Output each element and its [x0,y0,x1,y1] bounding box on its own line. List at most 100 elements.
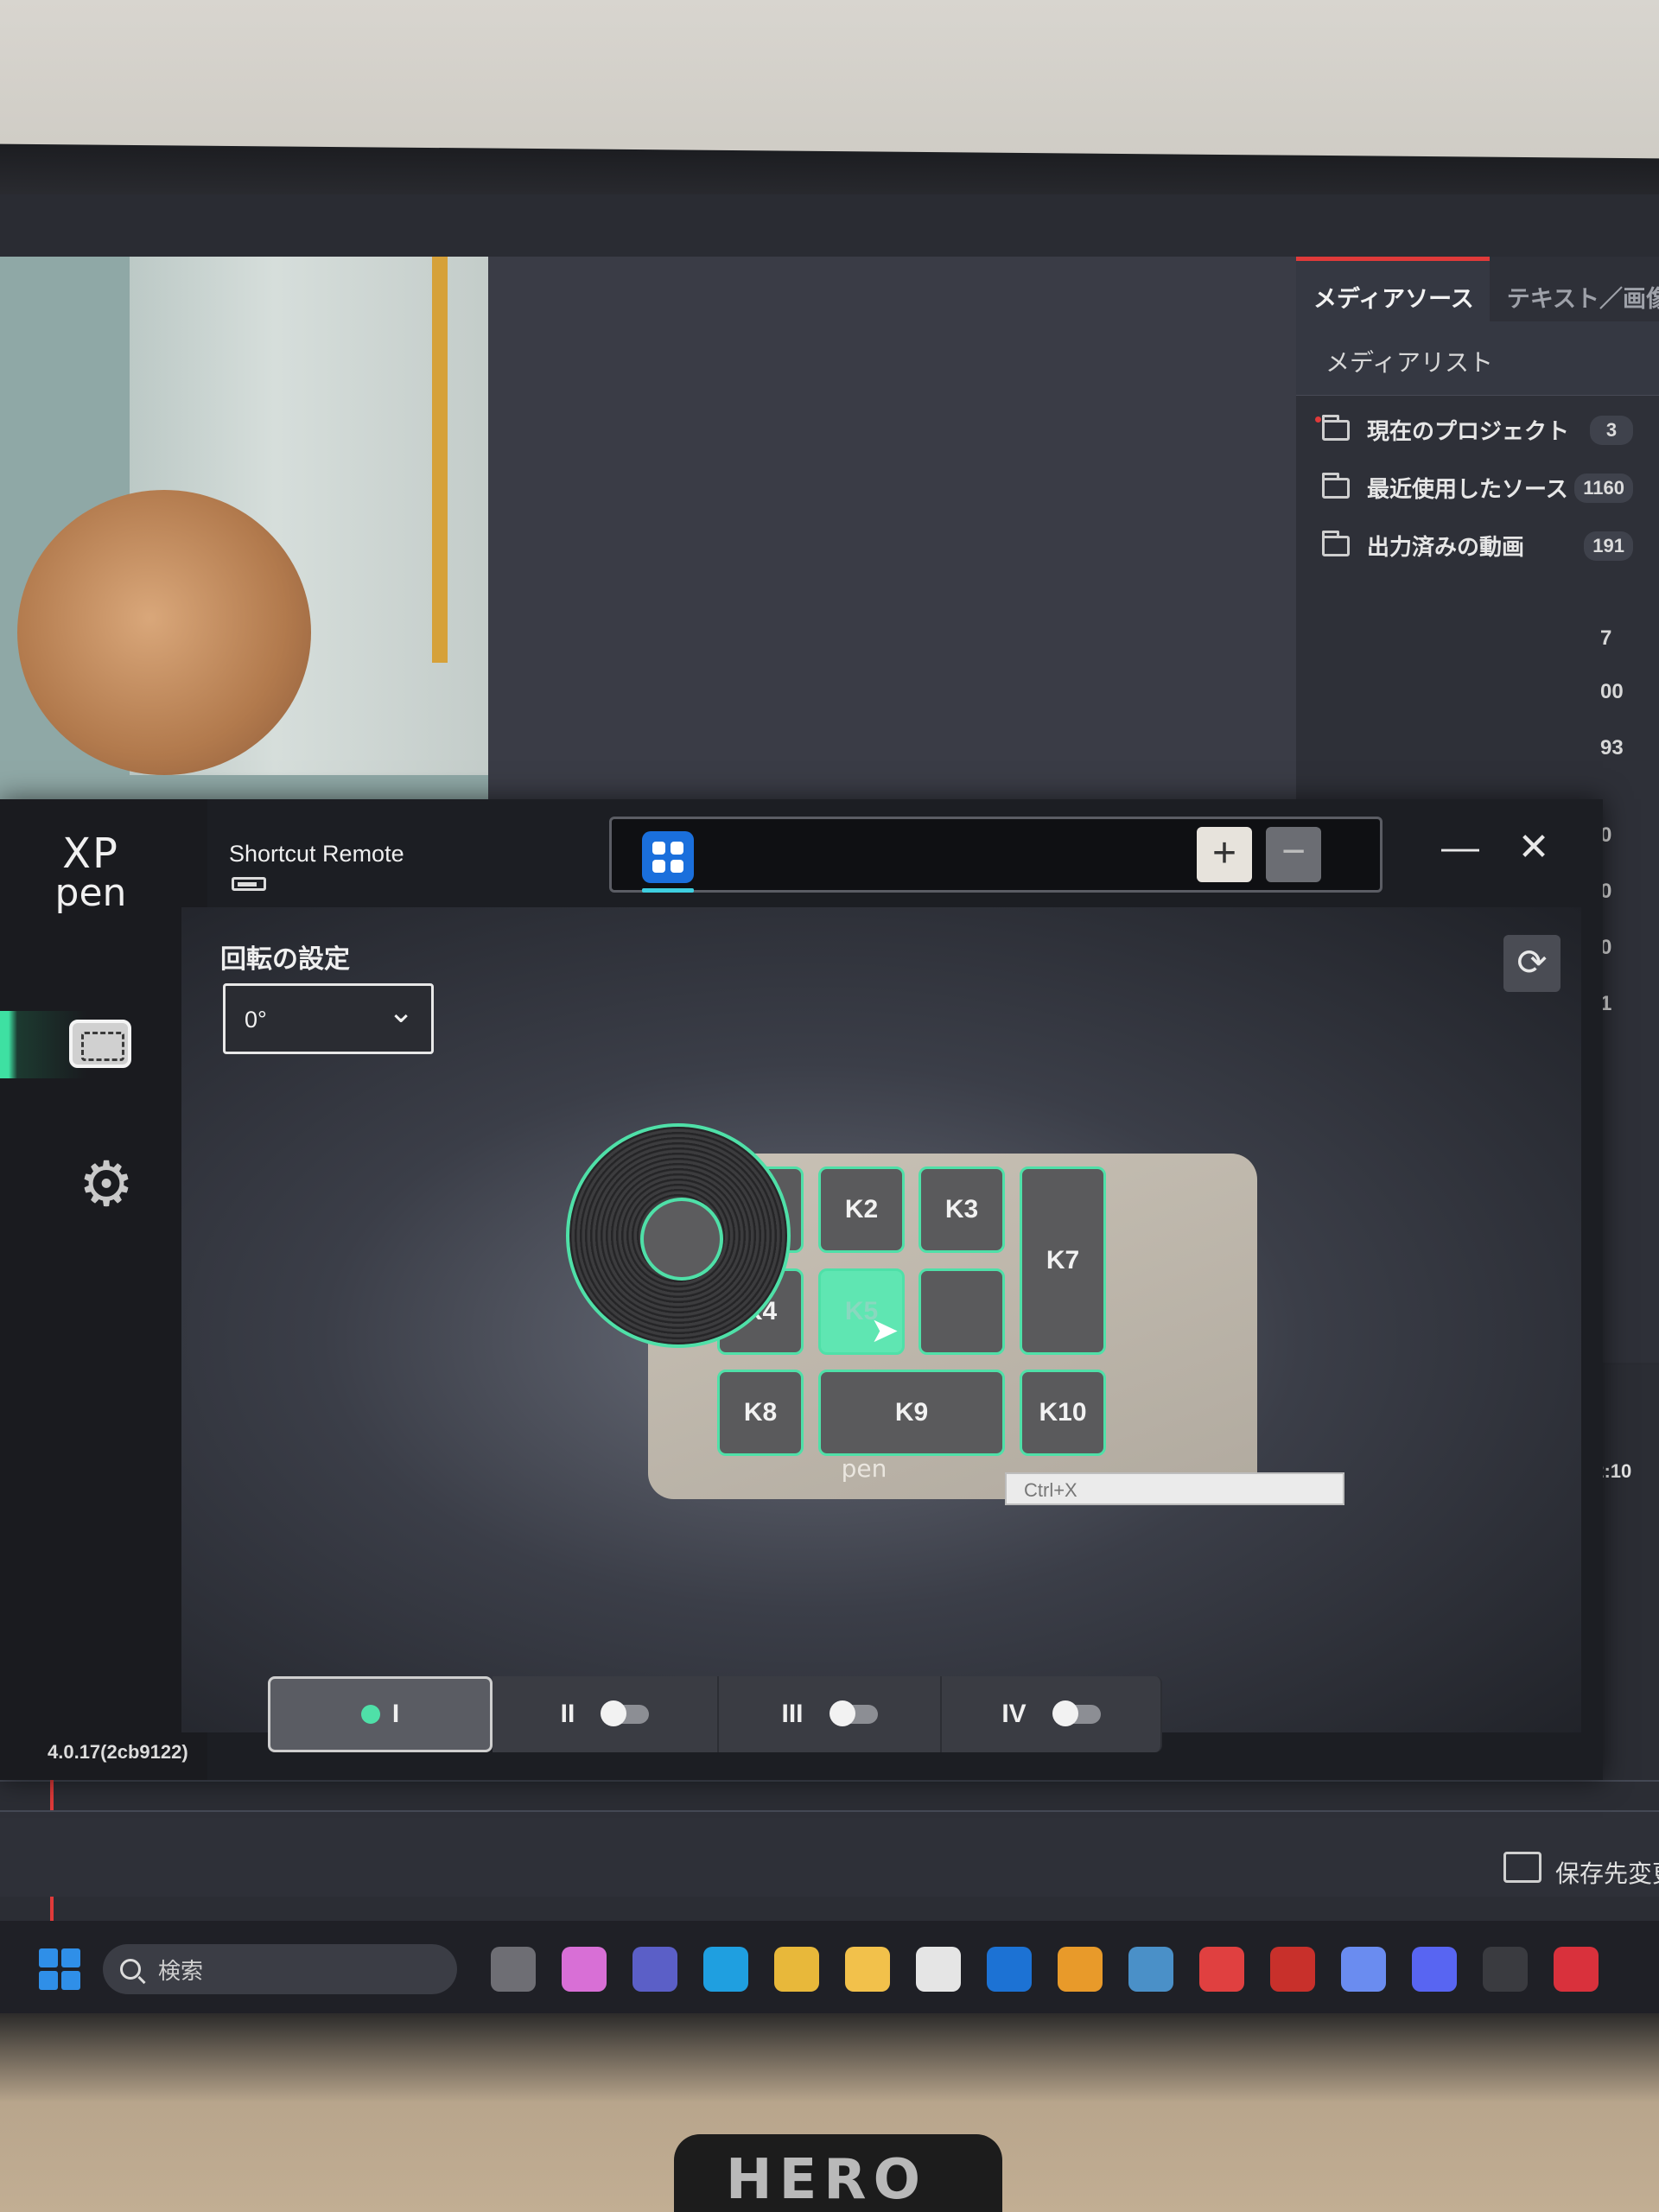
discord-icon[interactable] [1412,1947,1457,1992]
mode-3-button[interactable]: III [719,1676,942,1752]
media-item-current-project[interactable]: 現在のプロジェクト 3 [1296,401,1659,459]
device-logo-pen: pen [841,1454,887,1483]
key-k3[interactable]: K3 [918,1166,1005,1253]
mode-label: IV [1001,1700,1027,1728]
mouse-pointer-icon: ➤ [870,1311,899,1351]
preview-dog [17,490,311,775]
amazon-photos-icon[interactable] [1128,1947,1173,1992]
add-app-button[interactable]: + [1197,827,1252,882]
windows-start-icon[interactable] [39,1948,80,1990]
taskbar-search[interactable]: 検索 [103,1944,457,1994]
edge-icon[interactable] [703,1947,748,1992]
battery-icon [232,877,266,891]
minimize-icon[interactable]: — [1434,822,1486,874]
chevron-down-icon: ⌄ [388,995,415,1030]
logo-line-pen: pen [54,871,127,915]
mode-4-toggle[interactable] [1052,1700,1101,1726]
peek-count: 00 [1600,680,1624,703]
monitor-screen: メディアソース テキスト／画像 メディアリスト 現在のプロジェクト 3 最近使用… [0,194,1659,2018]
folder-icon [1322,414,1350,441]
mode-3-toggle[interactable] [829,1700,878,1726]
xppen-content: 回転の設定 0° ⌄ ⟳ XP pen K1 K2 K3 K7 K4 K5 [181,907,1581,1732]
shortcut-remote-device: XP pen K1 K2 K3 K7 K4 K5 K8 K9 K10 ➤ [566,1123,1257,1499]
track-divider [0,1780,1659,1782]
peek-count: 1 [1600,992,1612,1015]
photos-icon[interactable] [1058,1947,1103,1992]
key-k6[interactable] [918,1268,1005,1355]
media-tabs: メディアソース テキスト／画像 [1296,257,1659,321]
save-location-icon[interactable] [1503,1852,1541,1883]
mode-1-button[interactable]: I [268,1676,493,1752]
outlook-icon[interactable] [987,1947,1032,1992]
search-placeholder: 検索 [158,1957,204,1984]
global-app-icon[interactable] [642,831,694,883]
key-k10[interactable]: K10 [1020,1370,1106,1456]
save-location-button[interactable]: 保存先変更 [1555,1855,1659,1890]
peek-count: 0 [1600,823,1612,847]
refresh-icon[interactable]: ⟳ [1503,935,1560,992]
key-k7[interactable]: K7 [1020,1166,1106,1355]
copilot-icon[interactable] [562,1947,607,1992]
mode-label: II [560,1700,575,1728]
media-item-label: 現在のプロジェクト [1367,418,1570,444]
mode-switcher: I II III IV [268,1676,1210,1752]
mode-4-button[interactable]: IV [942,1676,1162,1752]
driver-version: 4.0.17(2cb9122) [48,1741,188,1763]
remove-app-button[interactable]: − [1266,827,1321,882]
rotation-value: 0° [245,1007,267,1033]
media-list: 現在のプロジェクト 3 最近使用したソース 1160 出力済みの動画 191 [1296,396,1659,575]
tab-text-image[interactable]: テキスト／画像 [1490,261,1659,321]
mode-label: III [781,1700,804,1728]
media-item-label: 出力済みの動画 [1367,534,1525,560]
gmail-icon[interactable] [1199,1947,1244,1992]
logo-line-xp: XP [62,830,119,878]
task-view-icon[interactable] [491,1947,536,1992]
rotation-select[interactable]: 0° ⌄ [223,983,434,1054]
shortcut-tooltip: Ctrl+X [1005,1472,1344,1505]
media-list-title: メディアリスト [1296,321,1659,396]
media-item-recent-sources[interactable]: 最近使用したソース 1160 [1296,459,1659,517]
mode-2-button[interactable]: II [493,1676,719,1752]
peek-count: 0 [1600,936,1612,959]
store-icon[interactable] [916,1947,961,1992]
taskbar: 検索 [0,1921,1659,2018]
tab-media-source[interactable]: メディアソース [1296,257,1490,321]
xppen-taskbar-icon[interactable] [1483,1947,1528,1992]
media-item-label: 最近使用したソース [1367,476,1568,502]
device-name: Shortcut Remote [229,841,404,867]
new-dot-icon [1315,416,1321,423]
teams-icon[interactable] [632,1947,677,1992]
camera-app-icon[interactable] [1341,1947,1386,1992]
taskbar-pinned-apps [478,1947,1611,1992]
chrome-icon[interactable] [774,1947,819,1992]
key-k9[interactable]: K9 [818,1370,1005,1456]
mug-text: HERO [726,2148,927,2212]
search-icon [120,1959,141,1980]
preview-frame [432,257,448,663]
xppen-window: XP pen ⚙ 4.0.17(2cb9122) Shortcut Remote… [0,799,1603,1780]
app-selected-underline [642,888,694,893]
device-settings-icon[interactable] [69,1020,131,1068]
peek-count: 7 [1600,626,1612,650]
peek-count: 0 [1600,880,1612,903]
folder-icon [1322,530,1350,556]
gear-icon[interactable]: ⚙ [76,1153,137,1215]
mode-2-toggle[interactable] [601,1700,650,1726]
xppen-sidebar: XP pen ⚙ 4.0.17(2cb9122) [0,799,207,1780]
peek-count: 93 [1600,736,1624,760]
rotation-label: 回転の設定 [220,945,350,974]
folder-icon [1322,472,1350,499]
save-bar [0,1810,1659,1897]
media-item-exported-videos[interactable]: 出力済みの動画 191 [1296,517,1659,575]
xppen-logo: XP pen [48,830,134,915]
close-icon[interactable]: ✕ [1508,822,1560,874]
wall-background [0,0,1659,160]
dial-center-button[interactable] [640,1198,723,1281]
file-explorer-icon[interactable] [845,1947,890,1992]
app-red-icon[interactable] [1270,1947,1315,1992]
mode-label: I [391,1700,400,1728]
snipping-icon[interactable] [1554,1947,1599,1992]
rotary-dial[interactable] [566,1123,791,1348]
key-k8[interactable]: K8 [717,1370,804,1456]
key-k2[interactable]: K2 [818,1166,905,1253]
